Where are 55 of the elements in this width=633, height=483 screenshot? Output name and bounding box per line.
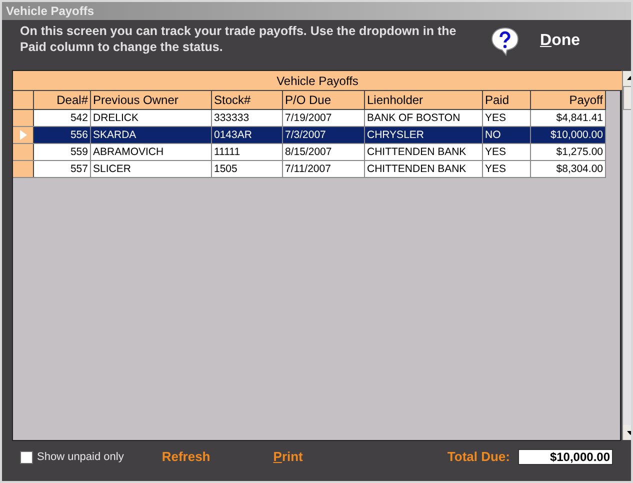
checkbox-label: Show unpaid only xyxy=(37,450,124,465)
table-cell: $10,000.00 xyxy=(531,127,606,143)
table-cell: NO xyxy=(483,127,531,143)
table-cell: CHITTENDEN BANK xyxy=(365,144,483,160)
table-cell: 542 xyxy=(34,110,91,126)
table-cell: $4,841.41 xyxy=(531,110,606,126)
table-cell: 556 xyxy=(34,127,91,143)
table-cell: 11111 xyxy=(212,144,283,160)
table-cell: 7/19/2007 xyxy=(283,110,365,126)
table-cell: $8,304.00 xyxy=(531,161,606,177)
table-cell: YES xyxy=(483,144,531,160)
table-cell: 7/3/2007 xyxy=(283,127,365,143)
table-cell: 557 xyxy=(34,161,91,177)
column-header[interactable]: Previous Owner xyxy=(91,91,212,109)
table-cell: 7/11/2007 xyxy=(283,161,365,177)
print-button[interactable]: Print xyxy=(273,447,303,467)
column-header[interactable]: Payoff xyxy=(531,91,606,109)
window-title: Vehicle Payoffs xyxy=(6,3,94,20)
table-cell: YES xyxy=(483,110,531,126)
table-cell: ABRAMOVICH xyxy=(91,144,212,160)
table-cell: 559 xyxy=(34,144,91,160)
row-header[interactable] xyxy=(13,144,34,160)
table-row[interactable]: 556 SKARDA 0143AR 7/3/2007 CHRYSLER NO $10,000.00 xyxy=(13,127,606,144)
table-cell: 0143AR xyxy=(212,127,283,143)
table-cell: YES xyxy=(483,161,531,177)
table-cell: 333333 xyxy=(212,110,283,126)
column-header[interactable]: Deal# xyxy=(34,91,91,109)
table-cell: SLICER xyxy=(91,161,212,177)
table-row[interactable]: 559 ABRAMOVICH 11111 8/15/2007 CHITTENDEN BANK YES $1,275.00 xyxy=(13,144,606,161)
total-due-field: $10,000.00 xyxy=(518,449,613,465)
table-cell: 1505 xyxy=(212,161,283,177)
help-icon xyxy=(490,26,520,56)
done-button[interactable]: Done xyxy=(540,29,580,53)
table-row[interactable]: 557 SLICER 1505 7/11/2007 CHITTENDEN BANK YES $8,304.00 xyxy=(13,161,606,178)
table-cell: SKARDA xyxy=(91,127,212,143)
table-cell: $1,275.00 xyxy=(531,144,606,160)
instructions-text: On this screen you can track your trade payoffs. Use the dropdown in the Paid column to change the status. xyxy=(20,23,458,55)
grid-title: Vehicle Payoffs xyxy=(13,71,622,91)
checkbox[interactable] xyxy=(20,450,33,464)
table-cell: CHITTENDEN BANK xyxy=(365,161,483,177)
column-header[interactable]: Lienholder xyxy=(365,91,483,109)
table-row[interactable]: 542 DRELICK 333333 7/19/2007 BANK OF BOSTON YES $4,841.41 xyxy=(13,110,606,127)
row-header[interactable] xyxy=(13,127,34,143)
column-header[interactable]: Stock# xyxy=(212,91,283,109)
row-header[interactable] xyxy=(13,110,34,126)
table-cell: BANK OF BOSTON xyxy=(365,110,483,126)
table-cell: 8/15/2007 xyxy=(283,144,365,160)
total-due-label: Total Due: xyxy=(447,448,510,466)
row-header[interactable] xyxy=(13,161,34,177)
column-header[interactable]: Paid xyxy=(483,91,531,109)
table-cell: CHRYSLER xyxy=(365,127,483,143)
refresh-button[interactable]: Refresh xyxy=(162,447,210,467)
row-pointer-icon xyxy=(20,130,26,140)
column-header[interactable]: P/O Due xyxy=(283,91,365,109)
table-cell: DRELICK xyxy=(91,110,212,126)
